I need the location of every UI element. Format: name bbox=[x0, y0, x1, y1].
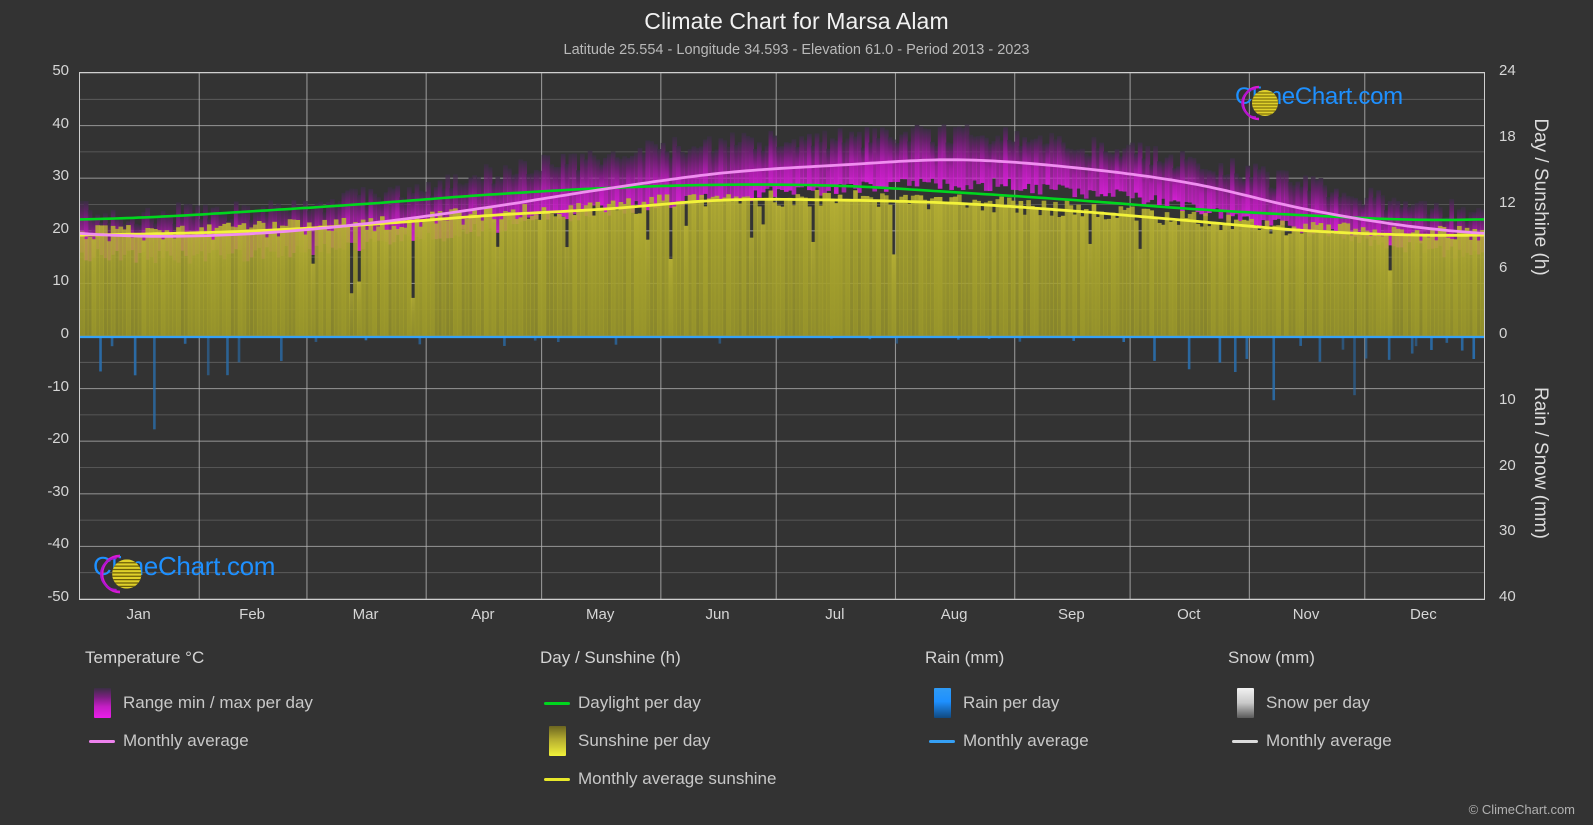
legend-item[interactable]: Monthly average bbox=[1228, 722, 1392, 760]
plot-area: ClimeChart.com ClimeChart.com bbox=[79, 72, 1485, 600]
rain-bar bbox=[153, 336, 156, 430]
legend-swatch-icon bbox=[540, 764, 574, 794]
legend-swatch-icon bbox=[85, 688, 119, 718]
y-tick-left: 50 bbox=[52, 62, 69, 79]
legend-swatch-icon bbox=[540, 726, 574, 756]
x-tick-nov: Nov bbox=[1292, 606, 1320, 623]
rain-bar bbox=[133, 336, 137, 376]
legend-item[interactable]: Sunshine per day bbox=[540, 722, 776, 760]
legend-item-label: Monthly average sunshine bbox=[578, 769, 777, 788]
rain-bar bbox=[206, 336, 210, 376]
rain-bar bbox=[280, 336, 283, 362]
y-tick-left: -20 bbox=[47, 430, 69, 448]
y-tick-left: 20 bbox=[52, 219, 69, 237]
climechart-logo-icon bbox=[1241, 85, 1278, 121]
rain-bar bbox=[237, 336, 241, 363]
x-tick-may: May bbox=[586, 606, 615, 623]
rain-bar bbox=[1318, 336, 1322, 362]
legend-item-label: Monthly average bbox=[1266, 731, 1392, 750]
y-tick-left: 30 bbox=[52, 167, 69, 185]
rain-bar bbox=[1364, 336, 1368, 359]
legend-item-label: Monthly average bbox=[123, 731, 249, 750]
y-tick-left: -50 bbox=[47, 588, 69, 605]
rain-bar bbox=[99, 336, 102, 372]
legend-item[interactable]: Monthly average sunshine bbox=[540, 760, 776, 798]
legend-column: Temperature °C Range min / max per day Mon… bbox=[85, 648, 313, 760]
x-tick-jun: Jun bbox=[705, 606, 730, 623]
legend-column: Rain (mm) Rain per day Monthly average bbox=[925, 648, 1089, 760]
legend-swatch-icon bbox=[925, 688, 959, 718]
y-tick-left: 10 bbox=[52, 272, 69, 290]
legend-item[interactable]: Snow per day bbox=[1228, 684, 1392, 722]
legend-item-label: Sunshine per day bbox=[578, 731, 711, 750]
page-subtitle: Latitude 25.554 - Longitude 34.593 - Ele… bbox=[563, 42, 1030, 58]
legend-column: Day / Sunshine (h) Daylight per day Sunshi… bbox=[540, 648, 776, 798]
x-tick-dec: Dec bbox=[1410, 606, 1437, 623]
y-tick-left: 40 bbox=[52, 114, 69, 132]
x-tick-jul: Jul bbox=[825, 606, 845, 623]
rain-bar bbox=[1472, 336, 1476, 360]
rain-bar bbox=[1233, 336, 1237, 373]
x-tick-feb: Feb bbox=[239, 606, 266, 623]
legend-swatch-icon bbox=[85, 726, 119, 756]
legend-swatch-icon bbox=[1228, 688, 1262, 718]
y-tick-left: -10 bbox=[47, 377, 69, 395]
copyright-text: © ClimeChart.com bbox=[1468, 802, 1575, 817]
rain-bar bbox=[1245, 336, 1249, 359]
legend: Temperature °C Range min / max per day Mon… bbox=[0, 648, 1593, 825]
legend-item-label: Monthly average bbox=[963, 731, 1089, 750]
climate-chart: Climate Chart for Marsa Alam Latitude 25… bbox=[0, 0, 1593, 825]
rain-bar bbox=[1387, 336, 1391, 360]
legend-heading: Temperature °C bbox=[85, 648, 205, 667]
legend-item-label: Rain per day bbox=[963, 693, 1060, 712]
legend-item-label: Daylight per day bbox=[578, 693, 701, 712]
legend-item[interactable]: Daylight per day bbox=[540, 684, 776, 722]
sunshine-bar bbox=[1480, 229, 1484, 336]
legend-heading: Rain (mm) bbox=[925, 648, 1005, 667]
legend-item[interactable]: Monthly average bbox=[85, 722, 313, 760]
rain-bar bbox=[1430, 336, 1433, 350]
x-tick-mar: Mar bbox=[352, 606, 379, 623]
watermark-logo-bottom: ClimeChart.com bbox=[93, 551, 275, 594]
plot-svg bbox=[80, 73, 1484, 599]
x-tick-aug: Aug bbox=[940, 606, 968, 623]
rain-bars bbox=[99, 336, 1476, 430]
x-tick-oct: Oct bbox=[1177, 606, 1201, 623]
legend-swatch-icon bbox=[1228, 726, 1262, 756]
y-tick-left: 0 bbox=[60, 325, 69, 342]
rain-bar bbox=[1272, 336, 1276, 401]
rain-bar bbox=[1218, 336, 1222, 363]
climechart-logo-icon-2 bbox=[100, 554, 142, 594]
y-tick-left: -40 bbox=[47, 535, 69, 553]
rain-bar bbox=[1153, 336, 1156, 361]
x-tick-jan: Jan bbox=[126, 606, 151, 623]
legend-swatch-icon bbox=[540, 688, 574, 718]
rain-bar bbox=[1410, 336, 1414, 354]
rain-bar bbox=[226, 336, 229, 376]
x-tick-sep: Sep bbox=[1058, 606, 1085, 623]
legend-item[interactable]: Range min / max per day bbox=[85, 684, 313, 722]
legend-swatch-icon bbox=[925, 726, 959, 756]
rain-bar bbox=[1460, 336, 1464, 351]
y-axis-right-top-label: Day / Sunshine (h) bbox=[1530, 118, 1551, 276]
legend-item-label: Range min / max per day bbox=[123, 693, 313, 712]
rain-bar bbox=[1353, 336, 1356, 396]
legend-item[interactable]: Rain per day bbox=[925, 684, 1089, 722]
rain-bar bbox=[1187, 336, 1191, 370]
watermark-logo-top: ClimeChart.com bbox=[1235, 83, 1403, 121]
legend-item[interactable]: Monthly average bbox=[925, 722, 1089, 760]
legend-heading: Day / Sunshine (h) bbox=[540, 648, 681, 667]
y-tick-left: -30 bbox=[47, 482, 69, 500]
legend-column: Snow (mm) Snow per day Monthly average bbox=[1228, 648, 1392, 760]
y-axis-right-bottom-label: Rain / Snow (mm) bbox=[1530, 386, 1551, 540]
x-tick-apr: Apr bbox=[471, 606, 495, 623]
legend-heading: Snow (mm) bbox=[1228, 648, 1315, 667]
legend-item-label: Snow per day bbox=[1266, 693, 1370, 712]
page-title: Climate Chart for Marsa Alam bbox=[644, 8, 949, 34]
